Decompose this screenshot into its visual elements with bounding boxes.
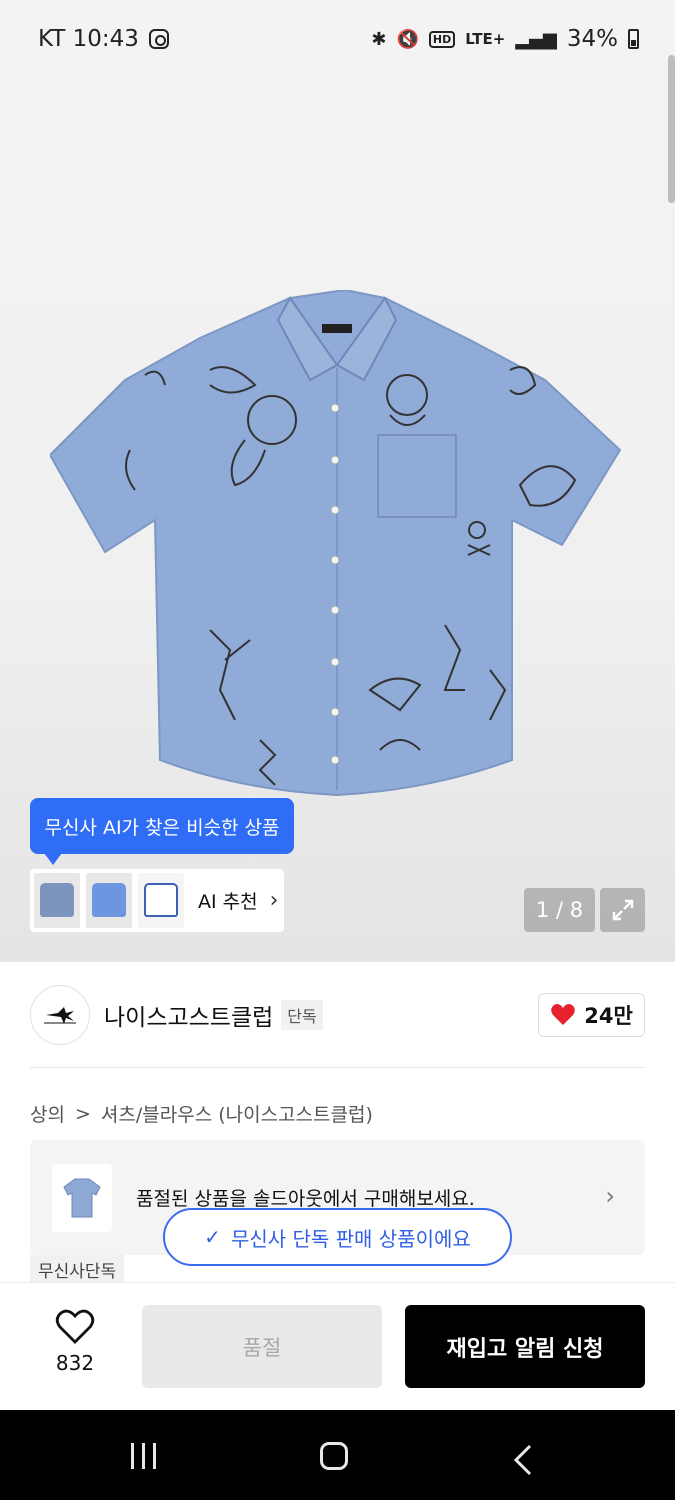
bottom-action-bar: 832 품절 재입고 알림 신청 [0,1282,675,1410]
image-page-counter: 1 / 8 [524,888,595,932]
network-type: LTE+ [465,30,506,48]
recents-icon[interactable] [131,1443,156,1469]
ai-similar-tooltip[interactable]: 무신사 AI가 찾은 비슷한 상품 [30,798,294,865]
chevron-right-icon: › [269,888,279,913]
product-image-gallery[interactable]: 무신사 AI가 찾은 비슷한 상품 AI 추천 › 1 / 8 [0,0,675,962]
check-icon: ✓ [204,1225,221,1249]
divider [30,1067,645,1068]
heart-outline-icon [55,1309,95,1344]
exclusive-toast-text: 무신사 단독 판매 상품이에요 [230,1226,471,1251]
soldout-product-thumb [52,1163,112,1232]
battery-percent: 34% [566,26,618,52]
brand-row: 나이스고스트클럽 단독 24만 [30,985,645,1045]
exclusive-badge: 단독 [281,1000,323,1030]
status-bar: KT 10:43 ✱ 🔇 HD LTE+ ▂▄▆ 34% [0,0,675,78]
ai-thumb-1[interactable] [34,873,80,928]
brand-logo[interactable] [30,985,90,1045]
breadcrumb-separator: > [74,1102,91,1125]
bluetooth-icon: ✱ [371,28,387,50]
wishlist-button[interactable]: 832 [50,1309,100,1375]
heart-filled-icon [551,1004,575,1025]
system-nav-bar [0,1410,675,1500]
home-icon[interactable] [320,1442,348,1470]
hd-icon: HD [428,30,456,48]
exclusive-toast: ✓ 무신사 단독 판매 상품이에요 [163,1208,512,1266]
mute-icon: 🔇 [396,28,419,50]
soldout-notice-text: 품절된 상품을 솔드아웃에서 구매해보세요. [136,1188,475,1210]
ai-thumb-3[interactable] [138,873,184,928]
chevron-right-icon: › [605,1182,615,1210]
brand-name[interactable]: 나이스고스트클럽 [104,998,273,1032]
restock-alert-button[interactable]: 재입고 알림 신청 [405,1305,645,1388]
musinsa-exclusive-tag: 무신사단독 [30,1255,125,1284]
product-shirt-image [50,290,622,797]
brand-like-button[interactable]: 24만 [538,993,645,1037]
breadcrumb-category[interactable]: 상의 [30,1100,65,1127]
breadcrumb: 상의 > 셔츠/블라우스 (나이스고스트클럽) [30,1100,373,1127]
status-time: KT 10:43 [38,26,139,52]
battery-icon [628,29,639,49]
soldout-button: 품절 [142,1305,382,1388]
ai-recommendation-panel[interactable]: AI 추천 › [30,869,284,932]
back-icon[interactable] [512,1444,534,1476]
expand-icon[interactable] [600,888,645,932]
signal-icon: ▂▄▆ [515,28,557,50]
instagram-icon [148,29,169,49]
ai-thumb-2[interactable] [86,873,132,928]
breadcrumb-subcategory[interactable]: 셔츠/블라우스 (나이스고스트클럽) [101,1100,373,1127]
brand-like-count: 24만 [584,1004,633,1028]
ai-recommend-label[interactable]: AI 추천 [198,887,258,914]
wishlist-count: 832 [55,1351,95,1375]
